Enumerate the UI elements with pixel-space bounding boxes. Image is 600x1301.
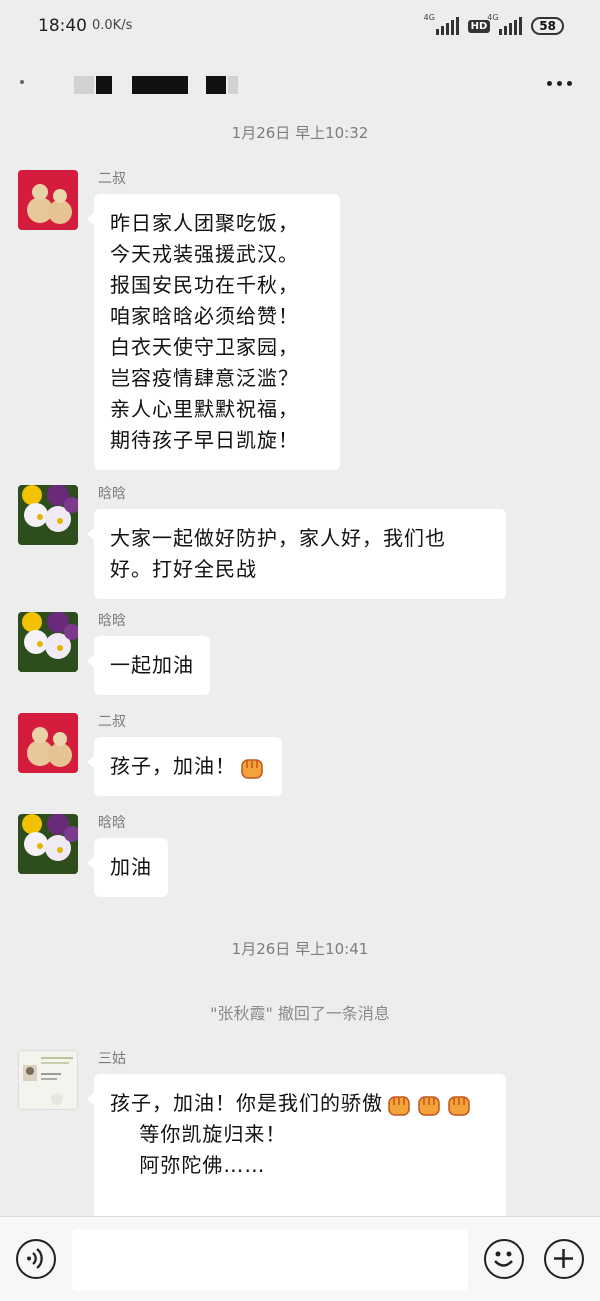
message-text: 孩子，加油！你是我们的骄傲 <box>110 1091 383 1115</box>
avatar[interactable] <box>18 612 78 672</box>
timestamp: 1月26日 早上10:41 <box>231 940 369 958</box>
message-text-continued: 等你凯旋归来！ 阿弥陀佛…… <box>139 1122 287 1177</box>
message-bubble[interactable]: 大家一起做好防护，家人好，我们也 好。打好全民战 <box>87 509 506 599</box>
message-bubble[interactable]: 昨日家人团聚吃饭， 今天戎装强援武汉。 报国安民功在千秋， 咱家晗晗必须给赞！ … <box>87 194 340 470</box>
fist-emoji-icon <box>241 758 263 779</box>
more-icon[interactable] <box>547 81 572 86</box>
sender-name: 二叔 <box>98 714 126 730</box>
voice-icon[interactable] <box>16 1239 56 1279</box>
signal-icon-2: 4G <box>487 13 523 35</box>
message-bubble[interactable]: 孩子，加油！ <box>87 737 282 796</box>
sender-name: 晗晗 <box>98 613 126 629</box>
back-icon[interactable] <box>20 80 24 84</box>
fist-emoji-icon <box>418 1095 440 1116</box>
message-bubble[interactable]: 加油 <box>87 838 168 897</box>
chat-header <box>0 56 600 112</box>
avatar[interactable] <box>18 170 78 230</box>
message-bubble[interactable]: 一起加油 <box>87 636 210 695</box>
sender-name: 三姑 <box>98 1051 126 1067</box>
avatar[interactable] <box>18 1050 78 1110</box>
timestamp: 1月26日 早上10:32 <box>231 124 369 142</box>
avatar[interactable] <box>18 485 78 545</box>
network-speed: 0.0K/s <box>92 18 133 33</box>
avatar[interactable] <box>18 814 78 874</box>
message-bubble[interactable]: 孩子，加油！你是我们的骄傲 等你凯旋归来！ 阿弥陀佛…… <box>87 1074 506 1234</box>
message-input[interactable] <box>72 1229 468 1291</box>
message-text: 孩子，加油！ <box>110 754 236 778</box>
recall-notice: "张秋霞" 撤回了一条消息 <box>210 1004 390 1023</box>
plus-icon[interactable] <box>544 1239 584 1279</box>
fist-emoji-icon <box>388 1095 410 1116</box>
status-bar: 18:40 0.0K/s 4G HD 4G 58 <box>0 0 600 56</box>
status-time: 18:40 <box>38 16 87 36</box>
avatar[interactable] <box>18 713 78 773</box>
input-bar <box>0 1216 600 1301</box>
signal-icon: 4G <box>424 13 459 35</box>
emoji-icon[interactable] <box>484 1239 524 1279</box>
fist-emoji-icon <box>448 1095 470 1116</box>
sender-name: 二叔 <box>98 171 126 187</box>
sender-name: 晗晗 <box>98 815 126 831</box>
battery-indicator: 58 <box>531 17 564 35</box>
sender-name: 晗晗 <box>98 486 126 502</box>
